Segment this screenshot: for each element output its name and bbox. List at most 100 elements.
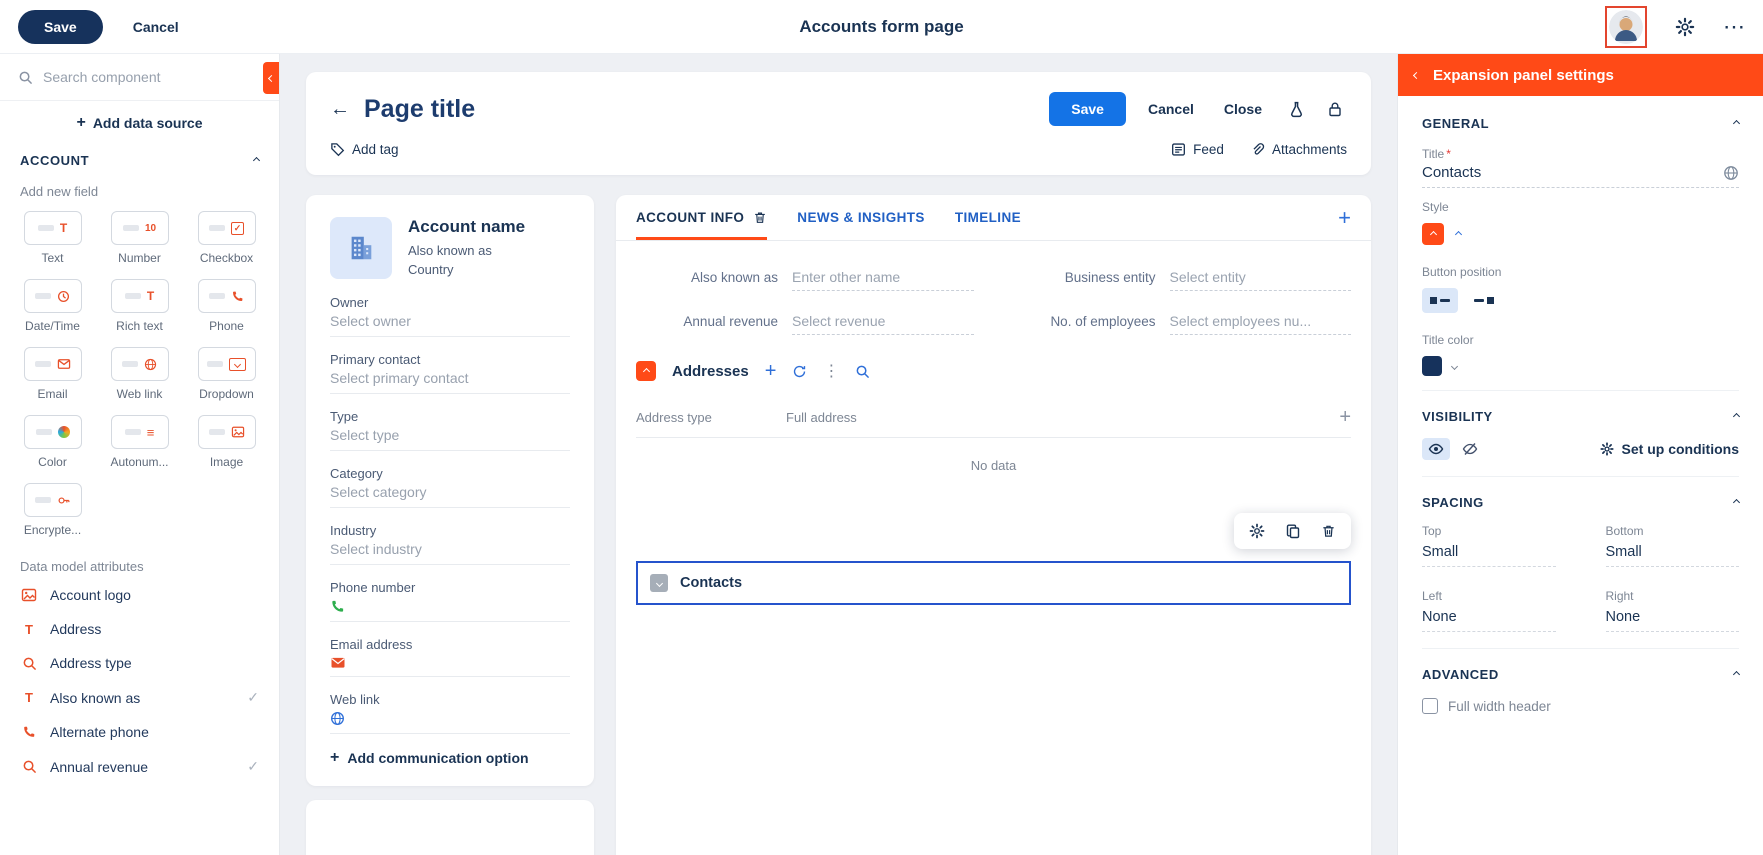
attribute-address[interactable]: T Address [0, 612, 279, 646]
add-tab-button[interactable]: + [1338, 207, 1351, 229]
field-tile-color[interactable]: Color [12, 415, 93, 469]
refresh-icon[interactable] [792, 364, 807, 379]
sidebar-collapse-button[interactable] [263, 62, 279, 94]
back-arrow-icon[interactable]: ← [330, 98, 350, 121]
contacts-expansion-panel[interactable]: Contacts [636, 561, 1351, 605]
title-color-swatch[interactable] [1422, 356, 1442, 376]
account-profile-card[interactable]: Account name Also known as Country Owner… [306, 195, 594, 786]
attribute-alternate-phone[interactable]: Alternate phone [0, 715, 279, 749]
spacing-bottom-select[interactable]: Small [1606, 544, 1740, 567]
title-color-row [1422, 356, 1739, 376]
localization-icon[interactable] [1723, 165, 1739, 181]
copy-icon[interactable] [1285, 523, 1301, 539]
account-country[interactable]: Country [408, 261, 525, 280]
delete-tab-icon[interactable] [753, 210, 767, 225]
set-up-conditions-button[interactable]: Set up conditions [1600, 441, 1739, 457]
image-icon [20, 588, 38, 602]
canvas-close-button[interactable]: Close [1216, 95, 1270, 123]
add-communication-option-button[interactable]: + Add communication option [330, 750, 570, 766]
attribute-account-logo[interactable]: Account logo [0, 578, 279, 612]
contacts-collapse-toggle[interactable] [650, 574, 668, 592]
field-tile-text[interactable]: T Text [12, 211, 93, 265]
search-icon[interactable] [855, 364, 870, 379]
canvas-page-title[interactable]: Page title [364, 95, 475, 124]
field-tile-checkbox[interactable]: ✓ Checkbox [186, 211, 267, 265]
field-tile-datetime[interactable]: Date/Time [12, 279, 93, 333]
account-also-known-as[interactable]: Also known as [408, 242, 525, 261]
panel-collapse-icon[interactable] [1413, 71, 1420, 78]
section-visibility[interactable]: VISIBILITY [1422, 390, 1739, 428]
primary-contact-field[interactable]: Primary contact Select primary contact [330, 352, 570, 394]
canvas-cancel-button[interactable]: Cancel [1140, 95, 1202, 123]
web-link-field[interactable]: Web link [330, 692, 570, 734]
process-flask-icon[interactable] [1284, 97, 1309, 122]
also-known-as-input[interactable]: Enter other name [792, 269, 974, 291]
field-tile-dropdown[interactable]: Dropdown [186, 347, 267, 401]
save-button[interactable]: Save [18, 10, 103, 44]
hidden-toggle[interactable] [1456, 438, 1484, 460]
designer-canvas: ← Page title Save Cancel Close [280, 54, 1397, 855]
attribute-annual-revenue[interactable]: Annual revenue ✓ [0, 749, 279, 784]
field-tile-autonumber[interactable]: ≡ Autonum... [99, 415, 180, 469]
employees-input[interactable]: Select employees nu... [1170, 313, 1352, 335]
attribute-also-known-as[interactable]: T Also known as ✓ [0, 680, 279, 715]
annual-revenue-input[interactable]: Select revenue [792, 313, 974, 335]
section-general[interactable]: GENERAL [1422, 98, 1739, 135]
no-data-text: No data [636, 438, 1351, 483]
button-position-right-option[interactable] [1466, 288, 1502, 313]
add-tag-button[interactable]: Add tag [330, 142, 399, 157]
section-spacing[interactable]: SPACING [1422, 476, 1739, 514]
add-data-source-button[interactable]: + Add data source [0, 101, 279, 137]
add-address-button[interactable]: + [765, 361, 777, 381]
industry-field[interactable]: Industry Select industry [330, 523, 570, 565]
field-tile-phone[interactable]: Phone [186, 279, 267, 333]
owner-field[interactable]: Owner Select owner [330, 295, 570, 337]
style-swatch[interactable] [1422, 223, 1444, 245]
category-field[interactable]: Category Select category [330, 466, 570, 508]
settings-gear-icon[interactable] [1671, 13, 1699, 41]
type-field[interactable]: Type Select type [330, 409, 570, 451]
field-tile-number[interactable]: 10 Number [99, 211, 180, 265]
spacing-right-select[interactable]: None [1606, 609, 1740, 632]
tab-timeline[interactable]: TIMELINE [955, 195, 1021, 240]
field-tile-richtext[interactable]: T Rich text [99, 279, 180, 333]
visible-toggle[interactable] [1422, 438, 1450, 460]
field-tile-image[interactable]: Image [186, 415, 267, 469]
search-component-input[interactable] [43, 69, 261, 85]
more-actions-icon[interactable]: ⋮ [823, 361, 839, 381]
component-settings-icon[interactable] [1249, 523, 1265, 539]
lock-icon[interactable] [1323, 97, 1347, 121]
column-header-address-type[interactable]: Address type [636, 410, 786, 425]
button-position-left-option[interactable] [1422, 288, 1458, 313]
sidebar-section-account[interactable]: ACCOUNT [0, 137, 279, 174]
style-dropdown-chevron[interactable] [1456, 232, 1461, 237]
attribute-address-type[interactable]: Address type [0, 646, 279, 680]
add-column-button[interactable]: + [1339, 407, 1351, 427]
title-input[interactable] [1422, 164, 1723, 181]
business-entity-input[interactable]: Select entity [1170, 269, 1352, 291]
profile-avatar[interactable] [1605, 6, 1647, 48]
phone-number-field[interactable]: Phone number [330, 580, 570, 622]
account-logo-placeholder[interactable] [330, 217, 392, 279]
feed-button[interactable]: Feed [1171, 142, 1224, 157]
spacing-top-select[interactable]: Small [1422, 544, 1556, 567]
search-component-row [0, 54, 279, 101]
addresses-collapse-toggle[interactable] [636, 361, 656, 381]
cancel-button[interactable]: Cancel [133, 19, 179, 35]
canvas-save-button[interactable]: Save [1049, 92, 1126, 126]
field-tile-weblink[interactable]: Web link [99, 347, 180, 401]
account-name-field[interactable]: Account name [408, 217, 525, 237]
email-address-field[interactable]: Email address [330, 637, 570, 677]
tab-account-info[interactable]: ACCOUNT INFO [636, 195, 767, 240]
spacing-left-select[interactable]: None [1422, 609, 1556, 632]
delete-icon[interactable] [1321, 523, 1336, 539]
tab-news-insights[interactable]: NEWS & INSIGHTS [797, 195, 925, 240]
column-header-full-address[interactable]: Full address [786, 410, 1339, 425]
full-width-header-checkbox[interactable] [1422, 698, 1438, 714]
field-tile-email[interactable]: Email [12, 347, 93, 401]
section-advanced[interactable]: ADVANCED [1422, 648, 1739, 686]
field-tile-encrypted[interactable]: Encrypte... [12, 483, 93, 537]
title-color-dropdown-chevron[interactable] [1452, 364, 1457, 369]
more-options-icon[interactable]: ⋯ [1723, 16, 1745, 38]
attachments-button[interactable]: Attachments [1250, 142, 1347, 157]
